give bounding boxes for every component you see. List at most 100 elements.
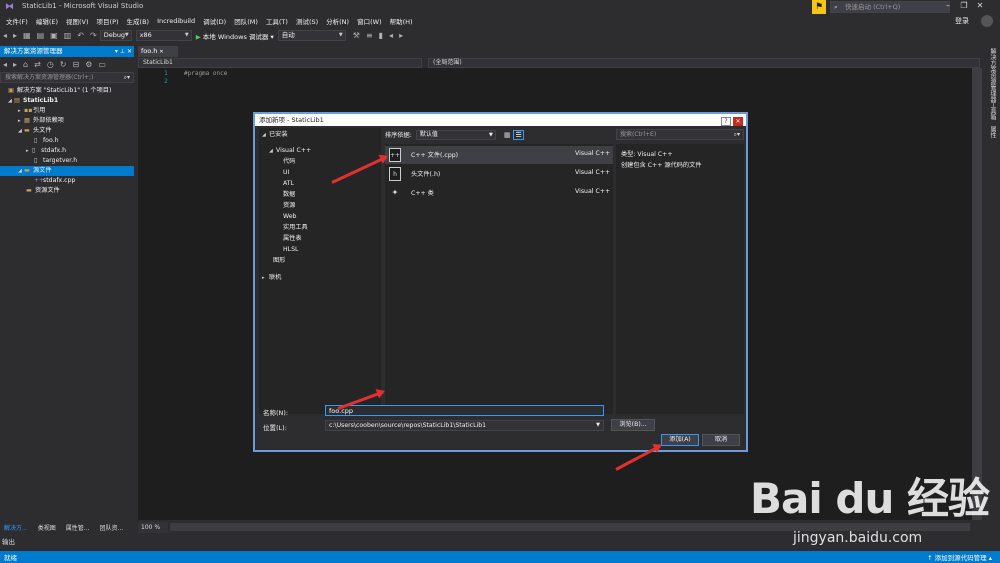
back-icon[interactable]: ◂ [3,31,7,40]
category-atl[interactable]: ATL [283,179,294,189]
menu-window[interactable]: 窗口(W) [357,16,382,26]
template-header-file[interactable]: h 头文件(.h) Visual C++ [385,165,613,183]
start-debugging-button[interactable]: ▶ 本地 Windows 调试器 ▾ [196,31,274,41]
tree-references[interactable]: ▸ ▪▪引用 [0,106,134,116]
refresh-icon[interactable]: ↻ [60,60,67,69]
tree-external-deps[interactable]: ▸ ▦ 外部依赖项 [0,116,134,126]
sync-icon[interactable]: ⇄ [34,60,41,69]
close-icon[interactable]: ✕ [733,117,743,126]
configuration-select[interactable]: Debug ▼ [99,30,132,41]
tab-class-view[interactable]: 类视图 [38,523,56,532]
template-cpp-file[interactable]: ++ C++ 文件(.cpp) Visual C++ [385,146,613,164]
vtab-solution-explorer[interactable]: 解决方案资源管理器 [988,48,997,102]
menu-debug[interactable]: 调试(D) [203,16,226,26]
help-icon[interactable]: ? [721,117,731,126]
run-mode-select[interactable]: 自动 ▼ [277,30,346,41]
category-code[interactable]: 代码 [283,157,295,167]
bookmark-icon[interactable]: ▮ [379,31,383,40]
list-view-icon[interactable]: ☰ [513,129,524,140]
menu-tools[interactable]: 工具(T) [266,16,288,26]
notification-flag-icon[interactable]: ⚑ [812,0,826,14]
forward-icon[interactable]: ▸ [13,60,17,69]
open-icon[interactable]: ▤ [37,31,45,40]
redo-icon[interactable]: ↷ [90,31,97,40]
save-icon[interactable]: ▣ [50,31,58,40]
menu-analyze[interactable]: 分析(N) [326,16,349,26]
add-button[interactable]: 添加(A) [661,434,699,446]
tab-foo-h[interactable]: foo.h ✕ [138,46,178,57]
tree-solution[interactable]: ▣ 解决方案 "StaticLib1" (1 个项目) [0,86,134,96]
tab-solution-explorer[interactable]: 解决方... [4,523,28,532]
category-ui[interactable]: UI [283,168,289,178]
tab-property-manager[interactable]: 属性管... [66,523,90,532]
minimize-icon[interactable]: – [940,1,956,10]
properties-icon[interactable]: ⚙ [85,60,92,69]
browse-button[interactable]: 浏览(B)... [611,419,655,431]
category-resource[interactable]: 资源 [283,201,295,211]
category-data[interactable]: 数据 [283,190,295,200]
tree-header-files[interactable]: ◢ ▬ 头文件 [0,126,134,136]
save-all-icon[interactable]: ▥ [64,31,72,40]
location-select[interactable]: c:\Users\cooben\source\repos\StaticLib1\… [325,420,604,431]
bookmark-next-icon[interactable]: ▸ [399,31,403,40]
template-search-input[interactable]: 搜索(Ctrl+E) ⌕▾ [616,129,744,140]
close-icon[interactable]: ✕ [972,1,988,10]
tree-project[interactable]: ◢ ▤ StaticLib1 [0,96,134,106]
global-scope-select[interactable]: (全局范围) [428,58,980,68]
category-utility[interactable]: 实用工具 [283,223,308,233]
category-installed[interactable]: ◢ 已安装 [262,130,288,140]
bookmark-prev-icon[interactable]: ◂ [389,31,393,40]
solution-search-input[interactable]: 搜索解决方案资源管理器(Ctrl+;) ⌕▾ [0,72,134,83]
home-icon[interactable]: ⌂ [23,60,28,69]
menu-test[interactable]: 测试(S) [296,16,318,26]
comment-icon[interactable]: ≡ [366,31,373,40]
vtab-toolbox[interactable]: 工具箱 [988,102,997,120]
pending-changes-icon[interactable]: ◷ [47,60,54,69]
tree-file-targetver-h[interactable]: ▯ targetver.h [0,156,134,166]
build-icon[interactable]: ⚒ [353,31,360,40]
tree-resource-files[interactable]: ▬ 资源文件 [0,186,134,196]
grid-view-icon[interactable]: ▦ [504,131,511,139]
forward-icon[interactable]: ▸ [13,31,17,40]
category-graphics[interactable]: 图形 [273,256,285,266]
login-link[interactable]: 登录 [955,16,969,26]
undo-icon[interactable]: ↶ [77,31,84,40]
sort-select[interactable]: 默认值 ▼ [415,129,496,140]
tree-file-stdafx-cpp[interactable]: ++stdafx.cpp [0,176,134,186]
cancel-button[interactable]: 取消 [702,434,740,446]
editor-vertical-scrollbar[interactable] [972,68,982,520]
category-web[interactable]: Web [283,212,297,222]
pane-pin-icon[interactable]: ▾ ⊥ ✕ [115,46,132,57]
tree-source-files[interactable]: ◢ ▬ 源文件 [0,166,134,176]
back-icon[interactable]: ◂ [3,60,7,69]
user-avatar-icon[interactable] [981,15,993,27]
category-hlsl[interactable]: HLSL [283,245,298,255]
menu-incredibuild[interactable]: Incredibuild [157,17,195,25]
tree-file-foo-h[interactable]: ▯ foo.h [0,136,134,146]
menu-build[interactable]: 生成(B) [127,16,150,26]
close-icon[interactable]: ✕ [159,49,163,55]
project-scope-select[interactable]: StaticLib1 [138,58,422,68]
menu-file[interactable]: 文件(F) [6,16,28,26]
name-input[interactable] [325,405,604,416]
preview-icon[interactable]: ▭ [98,60,106,69]
template-cpp-class[interactable]: ✦ C++ 类 Visual C++ [385,184,613,202]
collapse-all-icon[interactable]: ⊟ [73,60,80,69]
zoom-select[interactable]: 100 % [138,522,168,533]
category-online[interactable]: ▸ 联机 [262,273,281,283]
menu-view[interactable]: 视图(V) [66,16,89,26]
new-project-icon[interactable]: ▦ [23,31,31,40]
output-tab[interactable]: 输出 [2,536,15,546]
category-visual-cpp[interactable]: ◢ Visual C++ [269,146,311,156]
tab-team-explorer[interactable]: 团队资... [99,523,123,532]
menu-help[interactable]: 帮助(H) [390,16,413,26]
tree-file-stdafx-h[interactable]: ▸ ▯ stdafx.h [0,146,134,156]
menu-team[interactable]: 团队(M) [234,16,258,26]
platform-select[interactable]: x86 ▼ [135,30,192,41]
maximize-icon[interactable]: ❐ [956,1,972,10]
menu-project[interactable]: 项目(P) [97,16,119,26]
category-property-sheets[interactable]: 属性表 [283,234,302,244]
menu-edit[interactable]: 编辑(E) [36,16,58,26]
vtab-properties[interactable]: 属性 [988,126,997,138]
quick-launch-input[interactable]: ⌕ 快速启动 (Ctrl+Q) [830,1,950,13]
